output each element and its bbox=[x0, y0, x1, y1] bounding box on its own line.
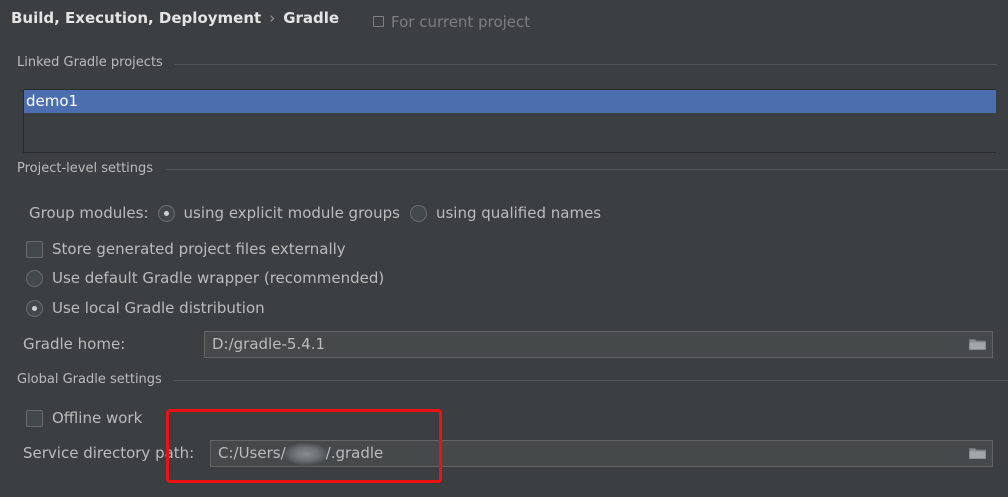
section-project-level: Project-level settings bbox=[17, 161, 154, 176]
section-divider bbox=[166, 169, 1008, 170]
use-wrapper-row: Use default Gradle wrapper (recommended) bbox=[26, 269, 384, 287]
annotation-highlight-box bbox=[166, 409, 442, 483]
store-externally-checkbox[interactable] bbox=[26, 240, 43, 258]
radio-qualified-names[interactable] bbox=[409, 204, 427, 222]
breadcrumb-parent[interactable]: Build, Execution, Deployment bbox=[11, 9, 261, 27]
radio-use-wrapper[interactable] bbox=[26, 269, 43, 287]
radio-explicit-groups[interactable] bbox=[157, 204, 175, 222]
breadcrumb: Build, Execution, Deployment › Gradle bbox=[11, 9, 339, 27]
offline-work-row: Offline work bbox=[26, 409, 142, 427]
breadcrumb-separator-icon: › bbox=[269, 9, 276, 27]
breadcrumb-current: Gradle bbox=[283, 9, 340, 27]
radio-explicit-groups-label[interactable]: using explicit module groups bbox=[184, 204, 400, 222]
gradle-home-value: D:/gradle-5.4.1 bbox=[212, 335, 326, 353]
gradle-home-label: Gradle home: bbox=[23, 335, 126, 353]
store-externally-label[interactable]: Store generated project files externally bbox=[52, 240, 346, 258]
section-divider bbox=[175, 64, 997, 65]
gradle-home-field[interactable]: D:/gradle-5.4.1 bbox=[204, 331, 993, 358]
radio-use-local-label[interactable]: Use local Gradle distribution bbox=[52, 299, 265, 317]
radio-selected-dot bbox=[32, 305, 37, 311]
folder-icon[interactable] bbox=[969, 338, 986, 350]
radio-selected-dot bbox=[163, 210, 169, 216]
section-global: Global Gradle settings bbox=[17, 372, 162, 387]
section-linked-projects: Linked Gradle projects bbox=[17, 55, 163, 70]
linked-projects-list[interactable]: demo1 bbox=[23, 89, 996, 153]
use-local-row: Use local Gradle distribution bbox=[26, 299, 265, 317]
offline-work-checkbox[interactable] bbox=[26, 409, 43, 427]
offline-work-label[interactable]: Offline work bbox=[52, 409, 142, 427]
radio-use-wrapper-label[interactable]: Use default Gradle wrapper (recommended) bbox=[52, 269, 384, 287]
radio-use-local[interactable] bbox=[26, 299, 43, 317]
scope-indicator: For current project bbox=[373, 13, 530, 31]
list-item[interactable]: demo1 bbox=[24, 90, 996, 113]
group-modules-row: Group modules: using explicit module gro… bbox=[29, 204, 601, 222]
radio-qualified-names-label[interactable]: using qualified names bbox=[436, 204, 601, 222]
section-divider bbox=[174, 380, 1008, 381]
group-modules-label: Group modules: bbox=[29, 204, 149, 222]
scope-label: For current project bbox=[391, 13, 531, 31]
store-externally-row: Store generated project files externally bbox=[26, 240, 346, 258]
folder-icon[interactable] bbox=[969, 447, 986, 459]
project-scope-icon bbox=[373, 16, 384, 27]
